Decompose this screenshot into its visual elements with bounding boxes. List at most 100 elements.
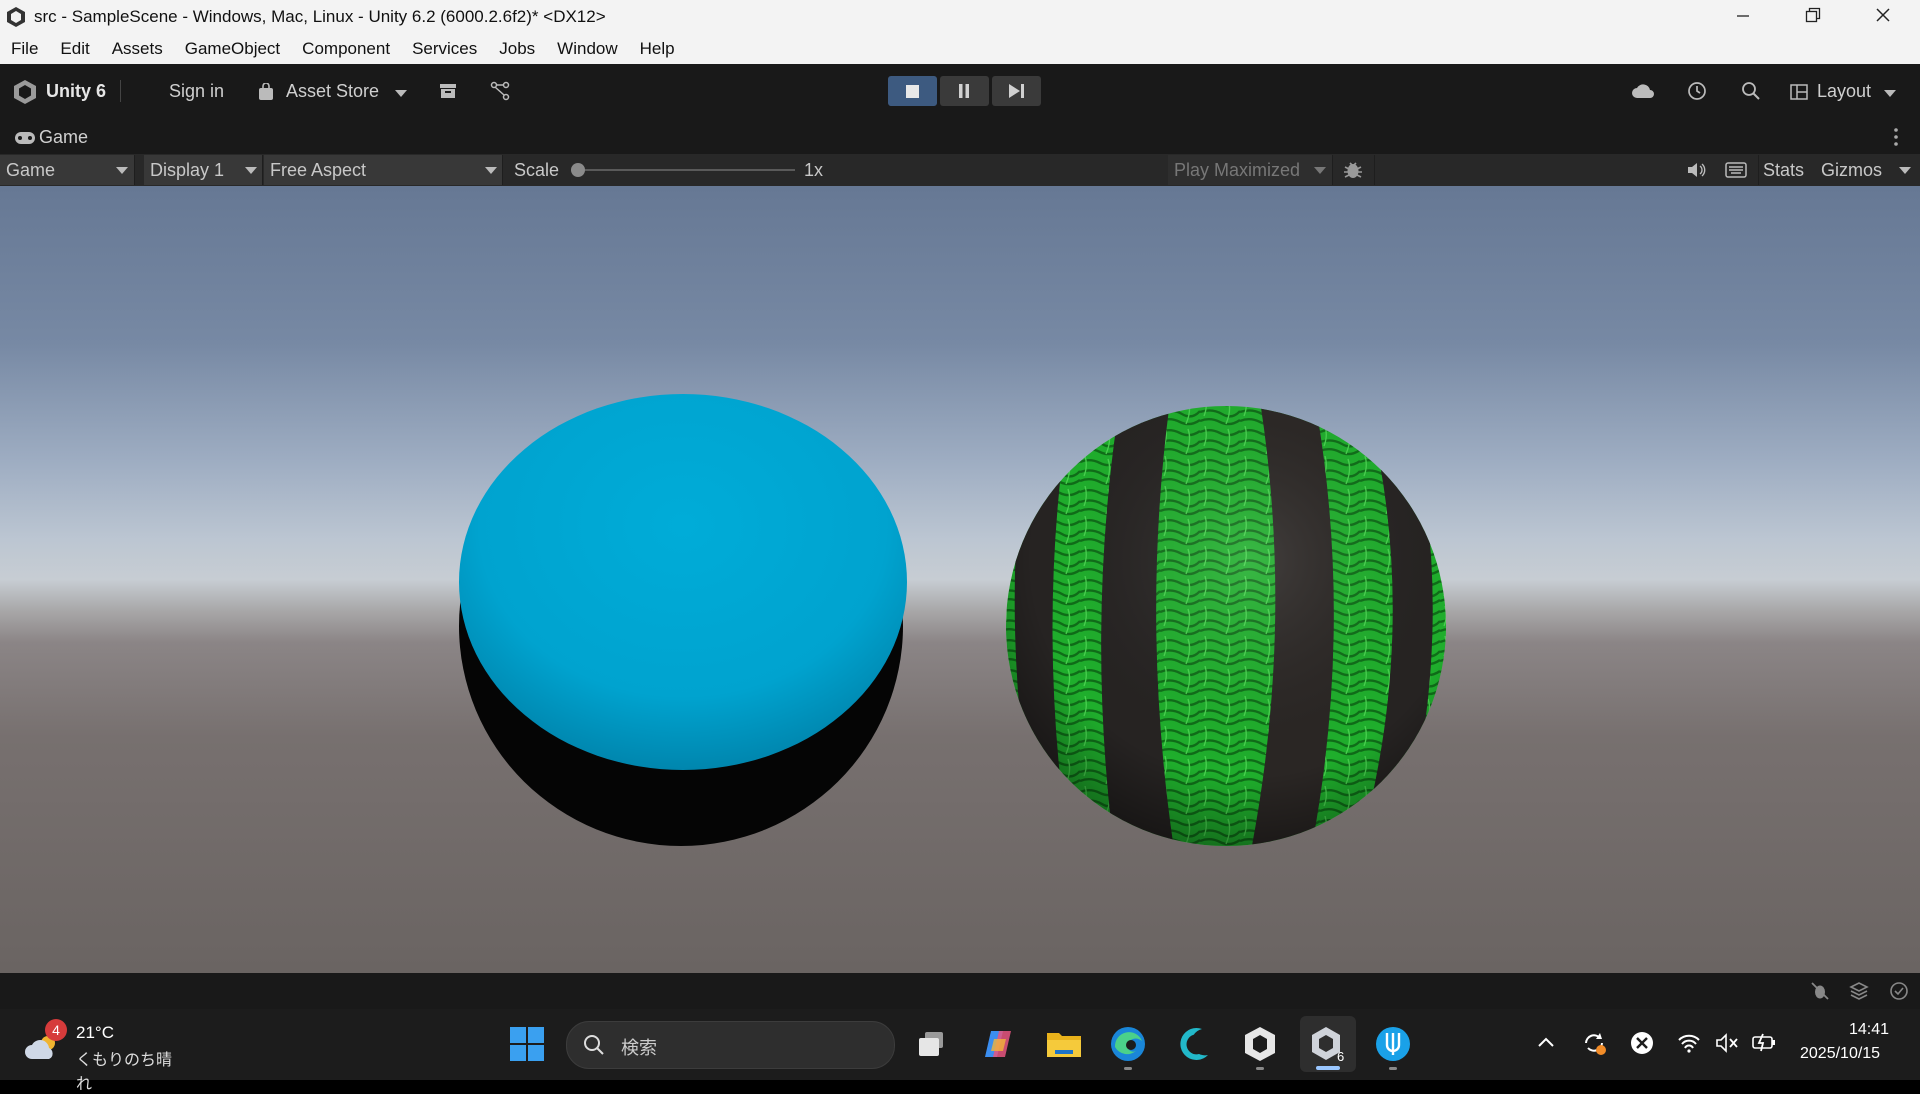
sync-icon[interactable] [1581, 1030, 1607, 1056]
menu-component[interactable]: Component [291, 39, 401, 59]
windows-start-icon[interactable] [509, 1026, 545, 1062]
copilot-icon[interactable] [977, 1023, 1019, 1065]
close-button[interactable] [1860, 2, 1906, 32]
play-maximized-dropdown[interactable]: Play Maximized [1168, 155, 1333, 185]
menu-assets[interactable]: Assets [101, 39, 174, 59]
unity-editor-taskbar-button[interactable]: 6 [1300, 1016, 1356, 1072]
keyboard-icon[interactable] [1725, 162, 1747, 178]
menu-window[interactable]: Window [546, 39, 628, 59]
unity-logo-icon [7, 7, 25, 27]
stop-icon [906, 85, 919, 98]
unity-version-label: Unity 6 [46, 81, 107, 101]
close-circle-icon[interactable] [1629, 1030, 1655, 1056]
game-view-dropdown-label: Game [6, 160, 56, 180]
close-icon [1876, 8, 1890, 22]
more-options-icon[interactable] [1893, 127, 1899, 147]
history-icon[interactable] [1686, 80, 1708, 102]
battery-charging-icon[interactable] [1751, 1031, 1777, 1053]
active-indicator [1316, 1066, 1340, 1070]
clock-date[interactable]: 2025/10/15 [1800, 1045, 1880, 1063]
watermelon-sphere [1006, 406, 1446, 846]
step-button[interactable] [992, 76, 1041, 106]
menu-jobs[interactable]: Jobs [488, 39, 546, 59]
wave-app-icon[interactable] [1172, 1023, 1214, 1065]
asset-store-button[interactable]: Asset Store [258, 78, 408, 106]
menu-edit[interactable]: Edit [49, 39, 100, 59]
unity-hub-icon[interactable] [1239, 1023, 1281, 1065]
layers-icon[interactable] [1849, 981, 1869, 1001]
layout-label: Layout [1817, 81, 1872, 101]
aspect-dropdown[interactable]: Free Aspect [264, 155, 503, 185]
stats-button[interactable]: Stats [1763, 160, 1804, 181]
scale-slider-handle[interactable] [571, 163, 585, 177]
search-icon[interactable] [1740, 80, 1762, 102]
fork-app-icon[interactable] [1372, 1023, 1414, 1065]
chevron-down-icon [1884, 90, 1896, 97]
edge-browser-icon[interactable] [1107, 1023, 1149, 1065]
menu-help[interactable]: Help [629, 39, 686, 59]
menu-file[interactable]: File [0, 39, 49, 59]
layout-dropdown[interactable]: Layout [1790, 78, 1910, 106]
play-maximized-label: Play Maximized [1174, 160, 1301, 180]
svg-text:6: 6 [1337, 1049, 1344, 1064]
search-icon [584, 1035, 604, 1055]
restore-button[interactable] [1790, 2, 1836, 32]
window-title-bar: src - SampleScene - Windows, Mac, Linux … [0, 0, 1920, 34]
display-dropdown-label: Display 1 [150, 160, 225, 180]
speaker-muted-icon[interactable] [1715, 1032, 1739, 1054]
clock-time[interactable]: 14:41 [1849, 1021, 1889, 1039]
toolbar-divider [1374, 155, 1375, 185]
running-indicator [1389, 1067, 1397, 1070]
menu-services[interactable]: Services [401, 39, 488, 59]
running-indicator [1124, 1067, 1132, 1070]
pause-icon [959, 84, 969, 98]
chevron-up-icon[interactable] [1537, 1035, 1555, 1049]
package-icon[interactable] [439, 83, 457, 99]
game-viewport[interactable] [0, 186, 1920, 973]
version-control-icon[interactable] [490, 81, 510, 101]
running-indicator [1256, 1067, 1264, 1070]
display-dropdown[interactable]: Display 1 [144, 155, 263, 185]
check-circle-icon[interactable] [1889, 981, 1909, 1001]
sign-in-button[interactable]: Sign in [169, 81, 224, 102]
file-explorer-icon[interactable] [1043, 1023, 1085, 1065]
pause-button[interactable] [940, 76, 989, 106]
cloud-icon[interactable] [1631, 82, 1655, 100]
tab-game[interactable]: Game [14, 126, 104, 150]
window-title: src - SampleScene - Windows, Mac, Linux … [34, 7, 606, 26]
scale-label: Scale [514, 160, 560, 180]
unity-editor-icon: 6 [1312, 1027, 1344, 1064]
weather-badge: 4 [45, 1019, 67, 1041]
gizmos-dropdown-icon[interactable] [1899, 167, 1911, 174]
audio-icon[interactable] [1686, 161, 1706, 179]
asset-store-label: Asset Store [286, 81, 380, 101]
unity-cube-icon [14, 80, 36, 104]
game-view-dropdown[interactable]: Game [0, 155, 135, 185]
step-forward-icon [1009, 84, 1024, 98]
play-button[interactable] [888, 76, 937, 106]
scale-slider[interactable] [571, 169, 795, 171]
weather-widget[interactable]: 4 21°C くもりのち晴れ [24, 1019, 184, 1093]
menu-gameobject[interactable]: GameObject [174, 39, 291, 59]
taskbar-search-box[interactable]: 検索 [566, 1021, 895, 1069]
wifi-icon[interactable] [1677, 1033, 1701, 1053]
game-tab-header: Game [0, 118, 1920, 154]
toolbar-divider [1758, 155, 1759, 185]
menu-bar: File Edit Assets GameObject Component Se… [0, 34, 1920, 65]
shopping-bag-icon [259, 83, 273, 100]
bug-icon[interactable] [1342, 159, 1364, 181]
status-bar [0, 973, 1920, 1009]
chevron-down-icon [485, 167, 497, 174]
scene-render [459, 394, 1446, 846]
weather-text: くもりのち晴れ [76, 1052, 173, 1093]
toolbar-divider [120, 80, 121, 102]
debug-off-icon[interactable] [1810, 981, 1830, 1001]
gizmos-button[interactable]: Gizmos [1821, 160, 1882, 181]
game-view-toolbar: Game Display 1 Free Aspect Scale 1x Play… [0, 154, 1920, 187]
windows-taskbar: 4 21°C くもりのち晴れ 検索 6 14:41 2025/10/15 [0, 1009, 1920, 1093]
minimize-icon [1737, 15, 1749, 17]
chevron-down-icon [116, 167, 128, 174]
task-view-icon[interactable] [911, 1023, 953, 1065]
minimize-button[interactable] [1720, 2, 1766, 32]
main-toolbar: Unity 6 Sign in Asset Store Layout [0, 64, 1920, 118]
